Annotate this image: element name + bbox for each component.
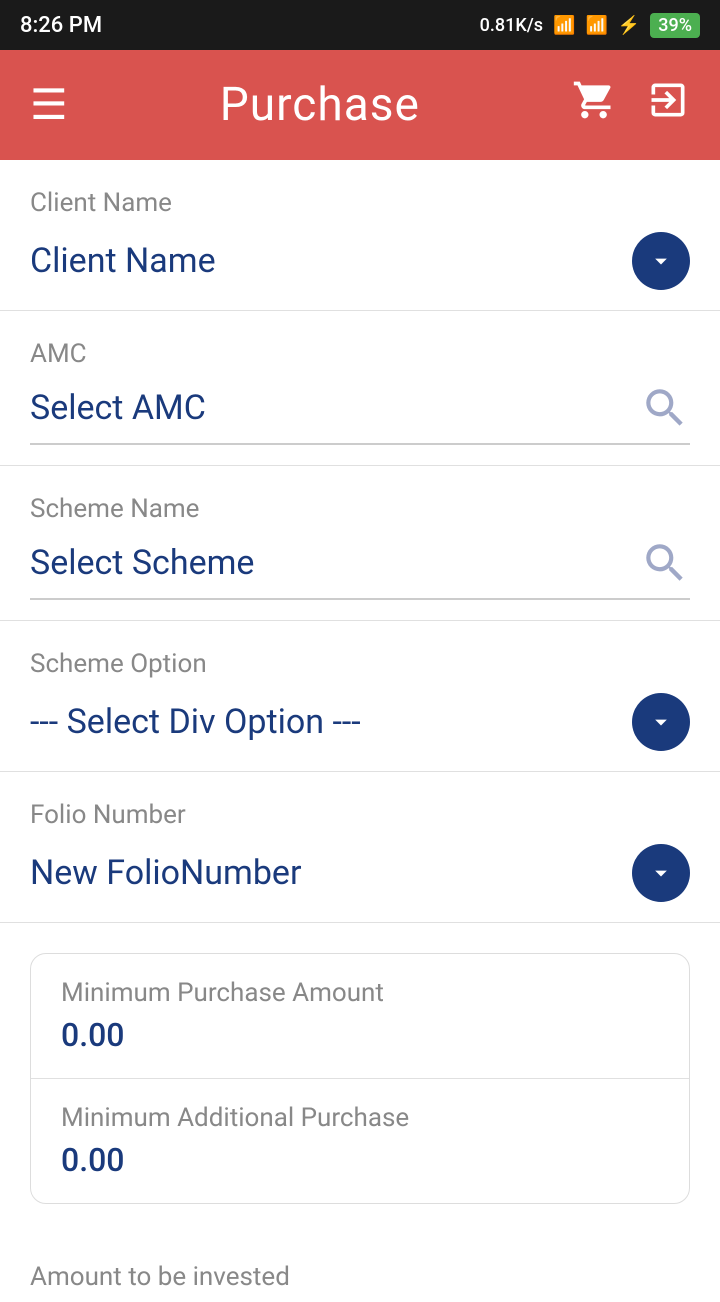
min-additional-row: Minimum Additional Purchase 0.00 [31, 1078, 689, 1203]
app-bar: ☰ Purchase [0, 50, 720, 160]
battery-level: 39% [650, 13, 700, 38]
scheme-option-dropdown[interactable] [632, 693, 690, 751]
network-speed: 0.81K/s [480, 15, 543, 36]
amc-value[interactable]: Select AMC [30, 388, 206, 428]
content-area: Client Name Client Name AMC Select AMC S… [0, 160, 720, 1302]
menu-icon[interactable]: ☰ [30, 80, 68, 130]
amount-label: Amount to be invested [30, 1262, 690, 1292]
status-icons: 0.81K/s 📶 📶 ⚡ 39% [480, 13, 700, 38]
amc-label: AMC [30, 339, 690, 369]
scheme-option-value[interactable]: --- Select Div Option --- [30, 702, 361, 742]
folio-number-value[interactable]: New FolioNumber [30, 853, 302, 893]
bolt-icon: ⚡ [618, 15, 640, 36]
page-title: Purchase [220, 78, 420, 132]
scheme-name-value[interactable]: Select Scheme [30, 543, 254, 583]
min-purchase-label: Minimum Purchase Amount [61, 978, 659, 1008]
min-additional-label: Minimum Additional Purchase [61, 1103, 659, 1133]
min-additional-value: 0.00 [61, 1141, 659, 1179]
amc-field: AMC Select AMC [0, 311, 720, 466]
cart-icon[interactable] [572, 78, 616, 133]
signal-icon: 📶 [585, 15, 607, 36]
folio-number-dropdown[interactable] [632, 844, 690, 902]
client-name-field: Client Name Client Name [0, 160, 720, 311]
scheme-name-field: Scheme Name Select Scheme [0, 466, 720, 621]
time-text: 8:26 PM [20, 13, 102, 38]
amc-search-icon[interactable] [640, 383, 690, 433]
folio-number-label: Folio Number [30, 800, 690, 830]
min-purchase-row: Minimum Purchase Amount 0.00 [31, 954, 689, 1078]
logout-icon[interactable] [646, 78, 690, 133]
scheme-name-label: Scheme Name [30, 494, 690, 524]
scheme-option-label: Scheme Option [30, 649, 690, 679]
amount-field: Amount to be invested [0, 1234, 720, 1302]
status-bar: 8:26 PM 0.81K/s 📶 📶 ⚡ 39% [0, 0, 720, 50]
client-name-dropdown[interactable] [632, 232, 690, 290]
status-time: 8:26 PM [20, 13, 102, 38]
client-name-label: Client Name [30, 188, 690, 218]
info-card: Minimum Purchase Amount 0.00 Minimum Add… [30, 953, 690, 1204]
scheme-search-icon[interactable] [640, 538, 690, 588]
wifi-icon: 📶 [553, 15, 575, 36]
folio-number-field: Folio Number New FolioNumber [0, 772, 720, 923]
min-purchase-value: 0.00 [61, 1016, 659, 1054]
client-name-value[interactable]: Client Name [30, 241, 216, 281]
scheme-option-field: Scheme Option --- Select Div Option --- [0, 621, 720, 772]
